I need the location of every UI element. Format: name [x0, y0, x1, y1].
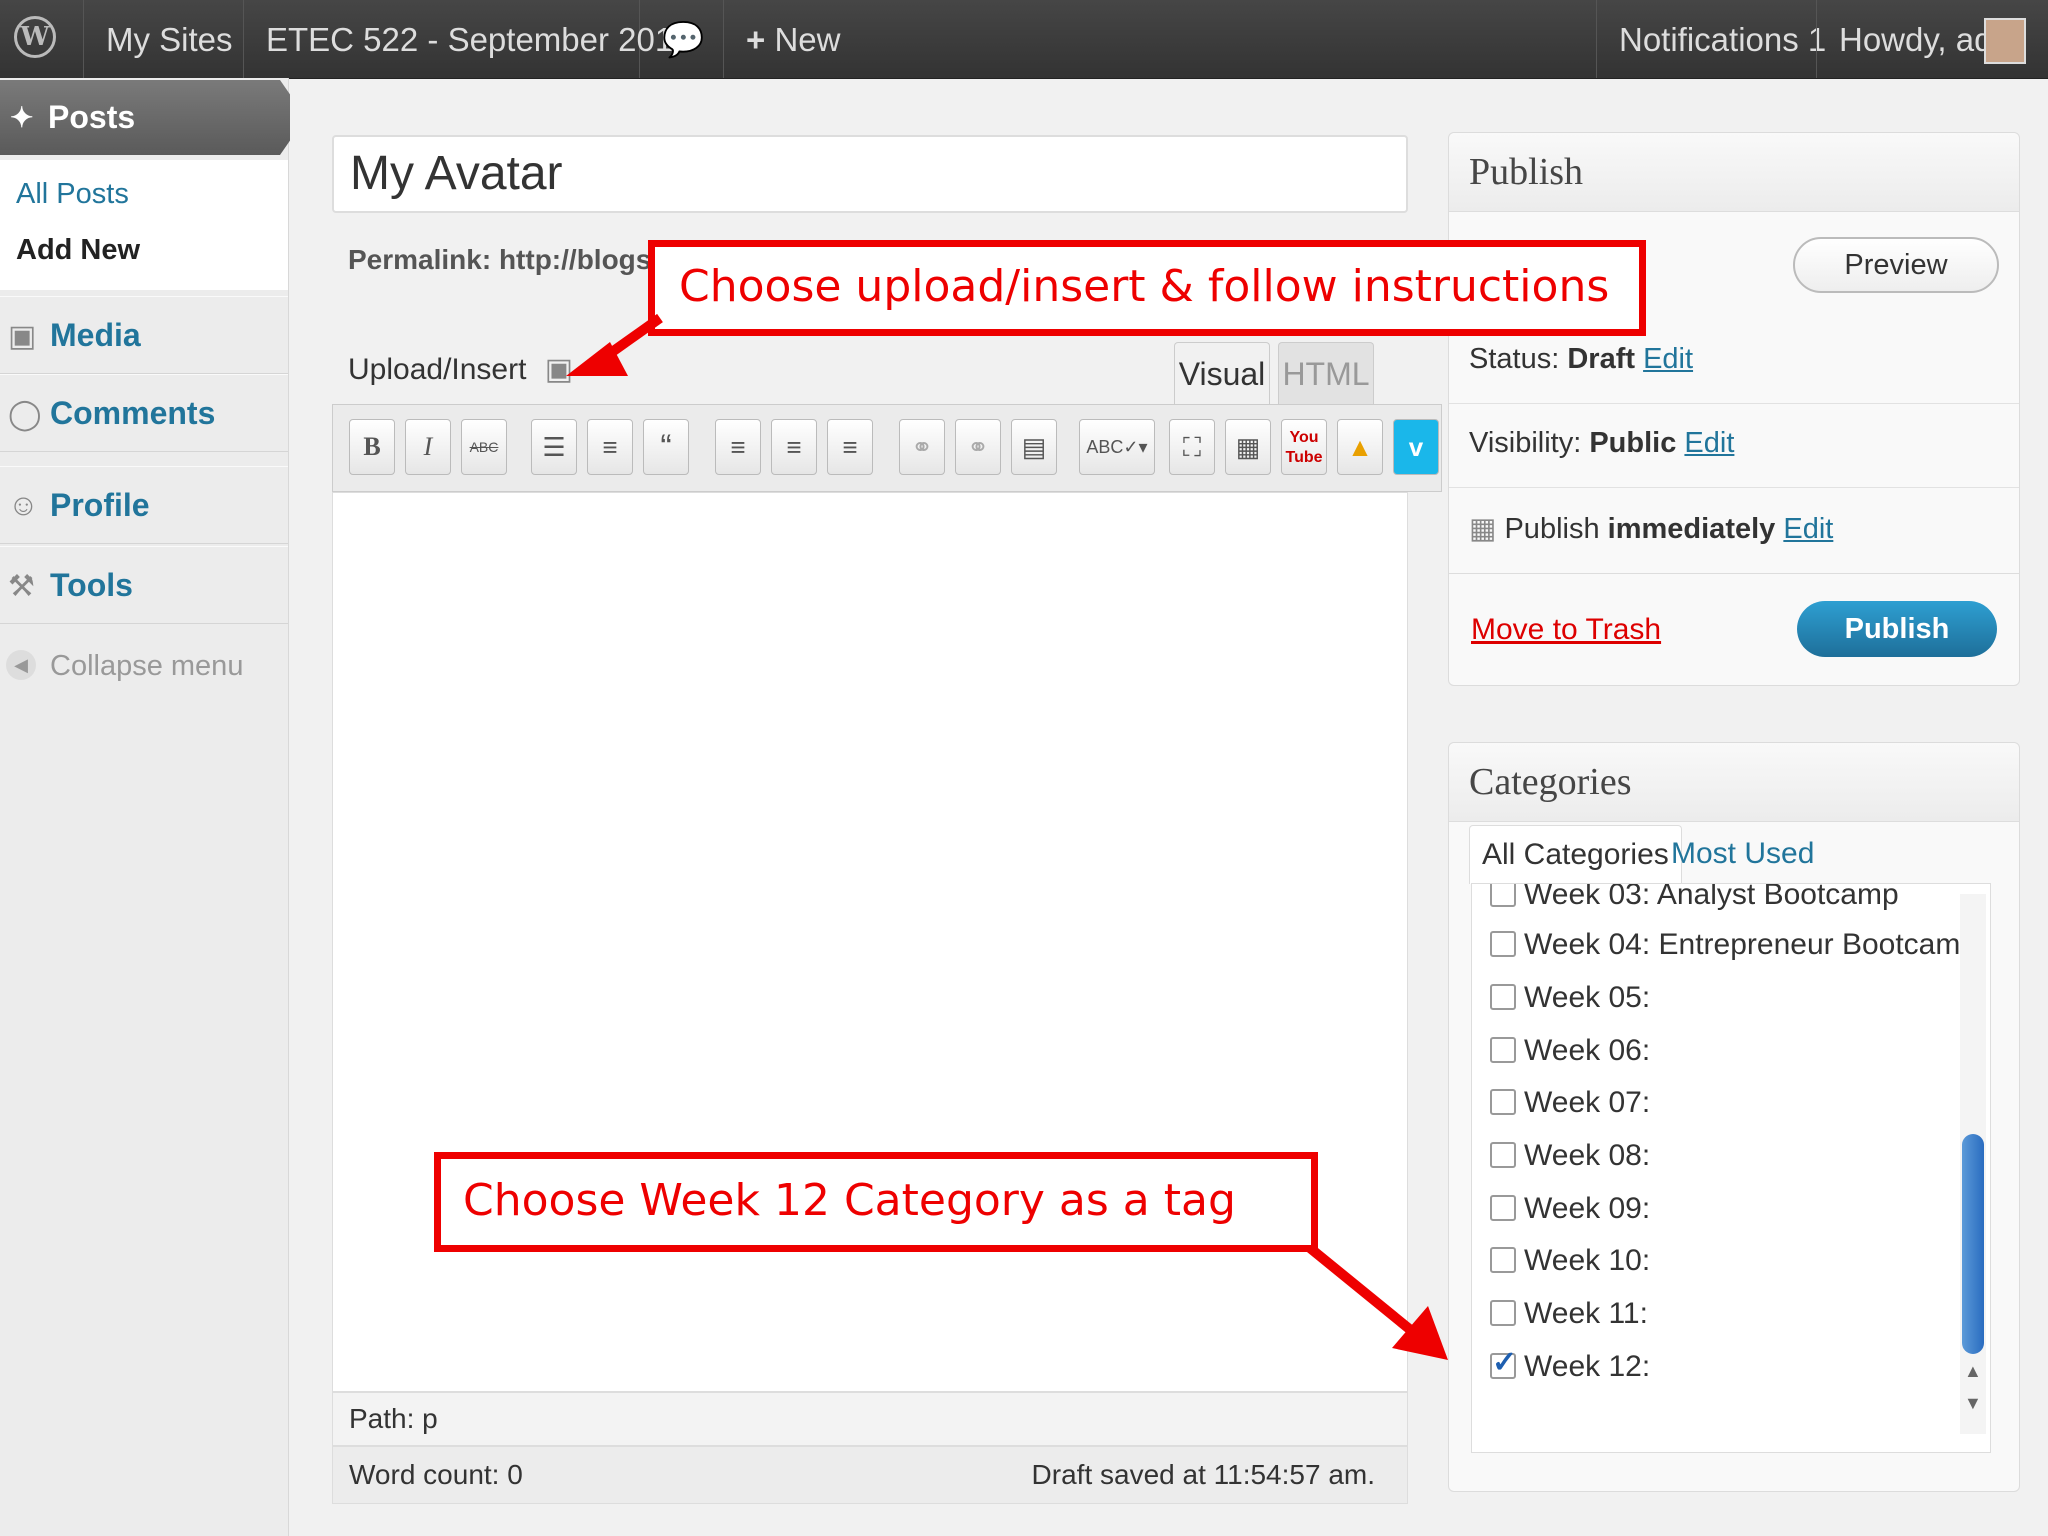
annotation-arrows [566, 313, 1448, 1360]
arrow-to-upload-icon [566, 313, 663, 376]
arrow-to-week-12-checkbox-icon [1306, 1244, 1448, 1360]
